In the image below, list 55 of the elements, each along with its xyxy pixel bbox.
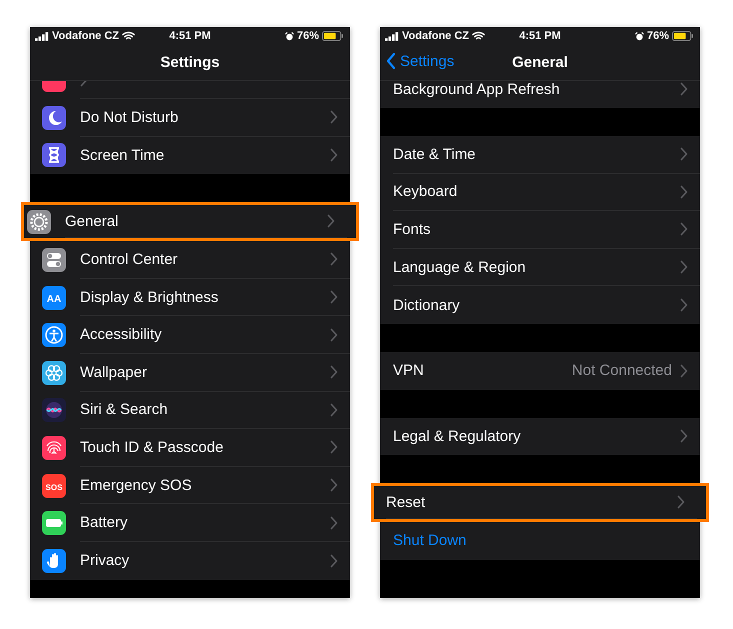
- wifi-icon: [122, 31, 136, 41]
- status-time: 4:51 PM: [519, 30, 561, 42]
- row-label: VPN: [393, 362, 425, 380]
- row-label: Wallpaper: [80, 364, 148, 381]
- fingerprint-icon: [42, 436, 66, 460]
- row-label: Control Center: [80, 250, 179, 268]
- label-icon: AA: [42, 286, 66, 310]
- hand-icon: [42, 548, 66, 573]
- carrier-name: Vodafone CZ: [402, 30, 470, 42]
- hourglass-icon: [42, 143, 66, 168]
- person-icon: [42, 323, 66, 348]
- row-label: Display & Brightness: [80, 288, 220, 306]
- label-icon: SOS: [42, 474, 66, 498]
- wifi-icon: [472, 31, 486, 41]
- screen-title: General: [512, 54, 568, 71]
- row-label: Do Not Disturb: [80, 108, 180, 126]
- battery-percent: 76%: [296, 30, 319, 42]
- signal-icon: [385, 32, 399, 40]
- orb-icon: [42, 398, 66, 422]
- battery-percent: 76%: [646, 30, 669, 42]
- row-label: Fonts: [393, 220, 432, 238]
- moon-icon: [42, 106, 66, 130]
- row-label: Background App Refresh: [393, 81, 561, 98]
- battery-icon: [322, 31, 344, 41]
- row-label: Touch ID & Passcode: [80, 438, 224, 456]
- signal-icon: [35, 32, 49, 40]
- alarm-icon: [284, 32, 294, 40]
- row-label: General: [65, 212, 120, 230]
- row-label: Keyboard: [393, 183, 458, 200]
- row-label: Legal & Regulatory: [393, 428, 522, 445]
- row-label: Dictionary: [393, 296, 461, 314]
- back-button[interactable]: Settings: [386, 52, 454, 70]
- carrier-name: Vodafone CZ: [52, 30, 120, 42]
- settings-row[interactable]: General: [21, 202, 359, 242]
- screen-title: Settings: [160, 54, 220, 71]
- row-value: Not Connected: [572, 362, 672, 380]
- row-label: Language & Region: [393, 258, 527, 276]
- status-time: 4:51 PM: [169, 30, 211, 42]
- action-link[interactable]: Shut Down: [393, 532, 688, 550]
- row-label: Screen Time: [80, 146, 166, 164]
- row-label: Reset: [386, 494, 426, 511]
- alarm-icon: [634, 32, 644, 40]
- battery-icon: [42, 511, 66, 536]
- row-label: Accessibility: [80, 326, 163, 344]
- back-chevron-icon: [386, 52, 396, 70]
- row-label: Emergency SOS: [80, 476, 193, 494]
- row-label: Battery: [80, 514, 129, 532]
- battery-icon: [672, 31, 694, 41]
- settings-row[interactable]: Reset: [371, 483, 709, 522]
- row-label: Siri & Search: [80, 401, 169, 418]
- toggles-icon: [42, 248, 66, 272]
- row-label: Date & Time: [393, 146, 477, 163]
- gear-icon: [27, 210, 51, 234]
- flower-icon: [42, 360, 66, 385]
- row-label: Privacy: [80, 552, 130, 570]
